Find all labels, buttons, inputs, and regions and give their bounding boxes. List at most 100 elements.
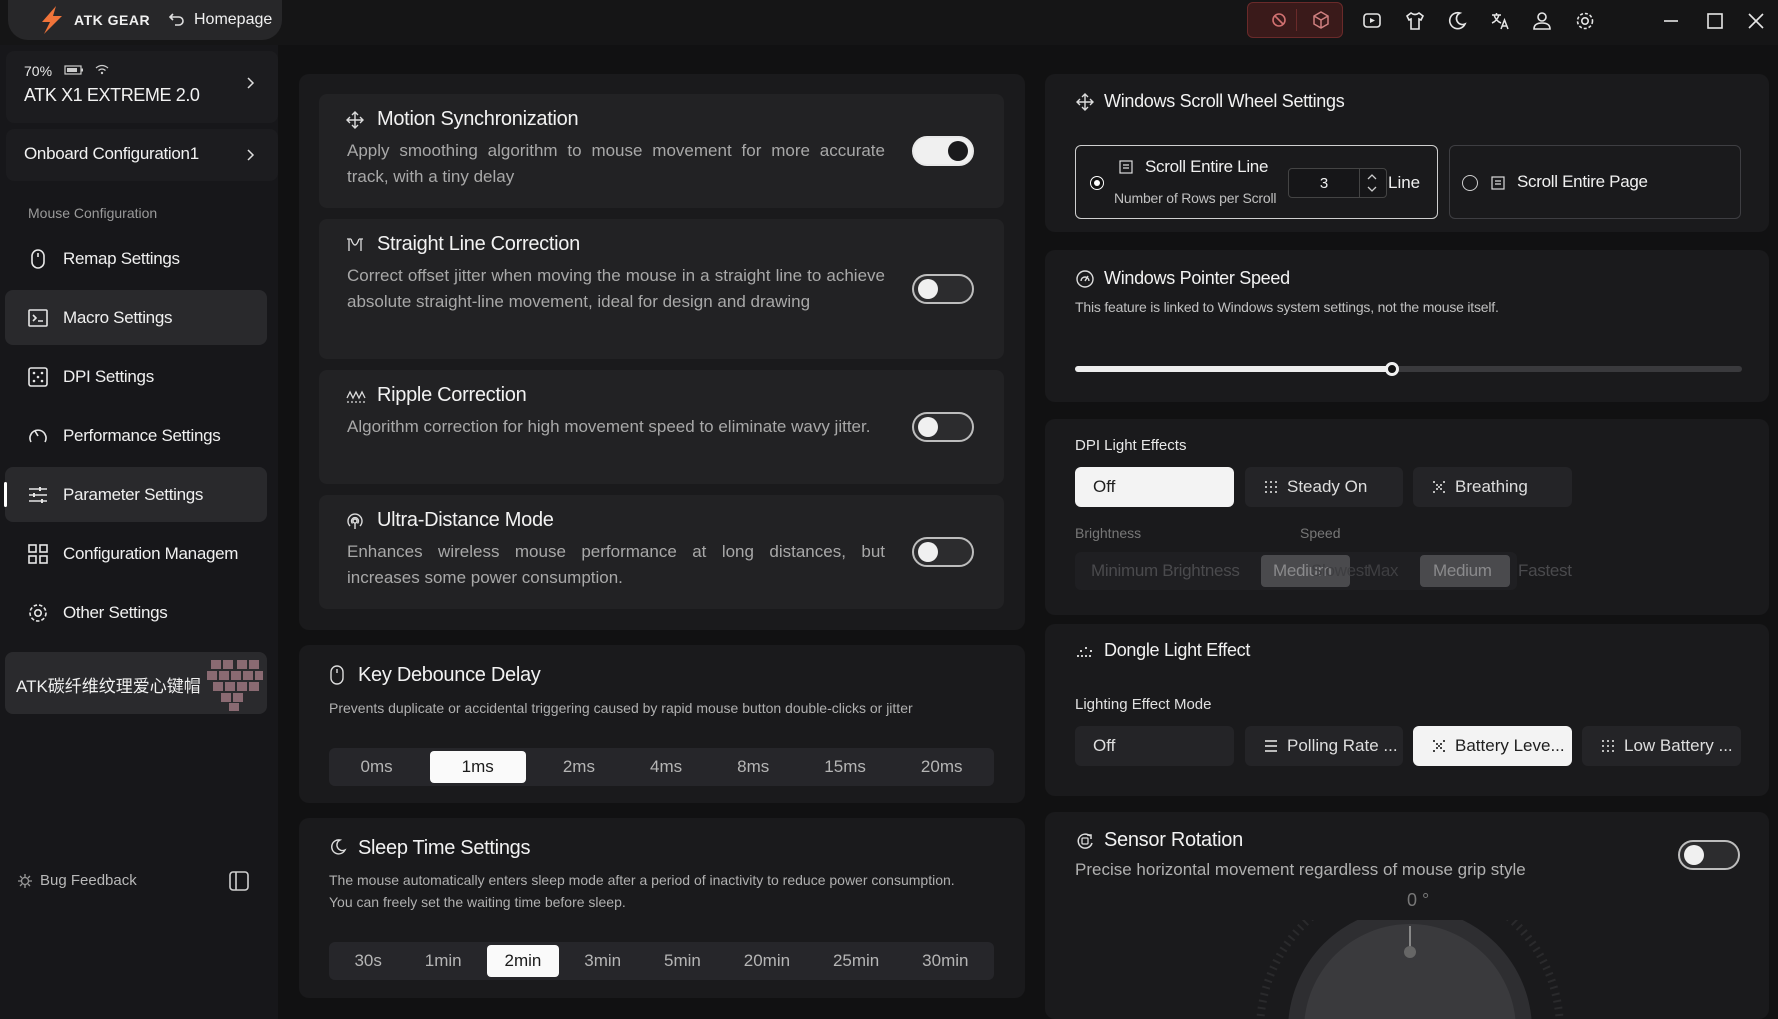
dots-grid-icon bbox=[1600, 738, 1616, 754]
speed-medium: Medium bbox=[1433, 561, 1492, 580]
sleep-option[interactable]: 20min bbox=[726, 945, 808, 977]
light-icon bbox=[1075, 641, 1095, 659]
dongle-light-off[interactable]: Off bbox=[1075, 726, 1234, 766]
device-name: ATK X1 EXTREME 2.0 bbox=[24, 85, 200, 105]
pointer-speed-slider[interactable] bbox=[1075, 362, 1742, 376]
dongle-low-battery[interactable]: Low Battery ... bbox=[1582, 726, 1741, 766]
panel-title: Windows Scroll Wheel Settings bbox=[1104, 91, 1345, 111]
sleep-option[interactable]: 30s bbox=[336, 945, 399, 977]
slowest-option[interactable]: Slowest bbox=[1311, 561, 1369, 581]
sleep-option[interactable]: 5min bbox=[646, 945, 719, 977]
sidebar-item-macro[interactable]: Macro Settings bbox=[5, 290, 267, 345]
moon-icon[interactable] bbox=[1442, 6, 1472, 36]
straight-line-toggle[interactable] bbox=[912, 274, 974, 304]
fastest-option[interactable]: Fastest bbox=[1518, 561, 1572, 581]
battery-icon bbox=[64, 65, 84, 75]
translate-icon[interactable] bbox=[1485, 6, 1515, 36]
dpi-icon bbox=[25, 364, 51, 390]
radio-selected[interactable] bbox=[1090, 176, 1104, 190]
option-label: Battery Leve... bbox=[1455, 736, 1565, 755]
device-card[interactable]: 70% ATK X1 EXTREME 2.0 bbox=[6, 51, 278, 123]
signal-icon bbox=[345, 511, 365, 531]
rows-stepper[interactable]: 3 bbox=[1288, 168, 1387, 198]
panel-title: Dongle Light Effect bbox=[1104, 640, 1251, 660]
dpi-light-breathing[interactable]: Breathing bbox=[1413, 467, 1572, 507]
breathing-icon bbox=[1431, 738, 1447, 754]
sleep-option[interactable]: 30min bbox=[904, 945, 986, 977]
wave-icon bbox=[345, 386, 367, 406]
sidebar-item-remap[interactable]: Remap Settings bbox=[5, 231, 267, 286]
straight-line-icon bbox=[345, 235, 365, 255]
option-label: Steady On bbox=[1287, 477, 1368, 496]
dpi-light-off[interactable]: Off bbox=[1075, 467, 1234, 507]
radio-unselected[interactable] bbox=[1462, 175, 1478, 191]
sidebar-item-performance[interactable]: Performance Settings bbox=[5, 408, 267, 463]
dpi-light-steady[interactable]: Steady On bbox=[1245, 467, 1403, 507]
screen-record-icon[interactable] bbox=[1357, 6, 1387, 36]
maximize-icon[interactable] bbox=[1700, 6, 1730, 36]
close-icon[interactable] bbox=[1741, 6, 1771, 36]
sidebar-toggle-icon[interactable] bbox=[228, 870, 250, 892]
bug-feedback-link[interactable]: Bug Feedback bbox=[40, 872, 137, 889]
debounce-option[interactable]: 0ms bbox=[343, 751, 411, 783]
ultra-distance-toggle[interactable] bbox=[912, 537, 974, 567]
brand-home-pill[interactable]: ATK GEAR Homepage bbox=[8, 0, 282, 40]
ultra-distance-card: Ultra-Distance Mode Enhances wireless mo… bbox=[319, 495, 1004, 609]
moon-icon bbox=[329, 838, 347, 856]
scroll-page-option[interactable]: Scroll Entire Page bbox=[1449, 145, 1741, 219]
sensor-rotation-toggle[interactable] bbox=[1678, 840, 1740, 870]
pointer-speed-panel: Windows Pointer Speed This feature is li… bbox=[1045, 250, 1769, 402]
stop-record-icon[interactable] bbox=[1264, 5, 1294, 35]
max-option[interactable]: Max bbox=[1367, 561, 1399, 581]
breathing-icon bbox=[1431, 479, 1447, 495]
gear-icon[interactable] bbox=[1570, 6, 1600, 36]
onboard-config-card[interactable]: Onboard Configuration1 bbox=[6, 129, 278, 181]
sleep-option[interactable]: 25min bbox=[815, 945, 897, 977]
scroll-line-option[interactable]: Scroll Entire Line Number of Rows per Sc… bbox=[1075, 145, 1438, 219]
dongle-polling-rate[interactable]: Polling Rate ... bbox=[1245, 726, 1403, 766]
user-icon[interactable] bbox=[1527, 6, 1557, 36]
sidebar-item-other[interactable]: Other Settings bbox=[5, 585, 267, 640]
dots-grid-icon bbox=[1263, 479, 1279, 495]
card-title: Ultra-Distance Mode bbox=[377, 509, 554, 531]
panel-desc: Prevents duplicate or accidental trigger… bbox=[329, 700, 913, 716]
promo-banner[interactable]: ATK碳纤维纹理爱心键帽 bbox=[5, 652, 267, 714]
chevron-right-icon bbox=[244, 148, 256, 162]
config-name: Onboard Configuration1 bbox=[24, 144, 199, 163]
debounce-option[interactable]: 4ms bbox=[632, 751, 700, 783]
ripple-correction-toggle[interactable] bbox=[912, 412, 974, 442]
sidebar-item-parameter[interactable]: Parameter Settings bbox=[4, 467, 267, 522]
min-brightness-option[interactable]: Minimum Brightness bbox=[1091, 561, 1240, 581]
debounce-option[interactable]: 20ms bbox=[903, 751, 981, 783]
shirt-icon[interactable] bbox=[1400, 6, 1430, 36]
back-icon[interactable] bbox=[168, 10, 186, 28]
debounce-option[interactable]: 15ms bbox=[806, 751, 884, 783]
option-label: Scroll Entire Page bbox=[1517, 172, 1648, 191]
option-label: Off bbox=[1093, 477, 1116, 496]
wifi-icon bbox=[94, 63, 110, 75]
list-icon bbox=[1490, 175, 1506, 191]
stepper-down-icon[interactable] bbox=[1365, 185, 1379, 194]
sleep-option[interactable]: 1min bbox=[407, 945, 480, 977]
stepper-up-icon[interactable] bbox=[1365, 172, 1379, 181]
homepage-link[interactable]: Homepage bbox=[194, 11, 272, 29]
record-control-group bbox=[1247, 2, 1343, 38]
cube-icon[interactable] bbox=[1306, 5, 1336, 35]
section-title: Mouse Configuration bbox=[28, 205, 158, 221]
dpi-light-panel: DPI Light Effects Off Steady On Breathin… bbox=[1045, 419, 1769, 615]
dongle-battery-level[interactable]: Battery Leve... bbox=[1413, 726, 1572, 766]
debounce-option[interactable]: 8ms bbox=[719, 751, 787, 783]
card-title: Straight Line Correction bbox=[377, 233, 580, 255]
sleep-option-selected[interactable]: 2min bbox=[486, 945, 560, 977]
sleep-option[interactable]: 3min bbox=[566, 945, 639, 977]
slider-handle[interactable] bbox=[1385, 362, 1399, 376]
motion-sync-toggle[interactable] bbox=[912, 136, 974, 166]
sidebar-item-dpi[interactable]: DPI Settings bbox=[5, 349, 267, 404]
mouse-icon bbox=[25, 246, 51, 272]
minimize-icon[interactable] bbox=[1656, 6, 1686, 36]
rotation-dial[interactable] bbox=[1240, 920, 1580, 1019]
debounce-option-selected[interactable]: 1ms bbox=[429, 751, 526, 783]
sidebar-item-configuration[interactable]: Configuration Managem bbox=[5, 526, 267, 581]
debounce-option[interactable]: 2ms bbox=[545, 751, 613, 783]
bug-icon bbox=[16, 872, 34, 890]
